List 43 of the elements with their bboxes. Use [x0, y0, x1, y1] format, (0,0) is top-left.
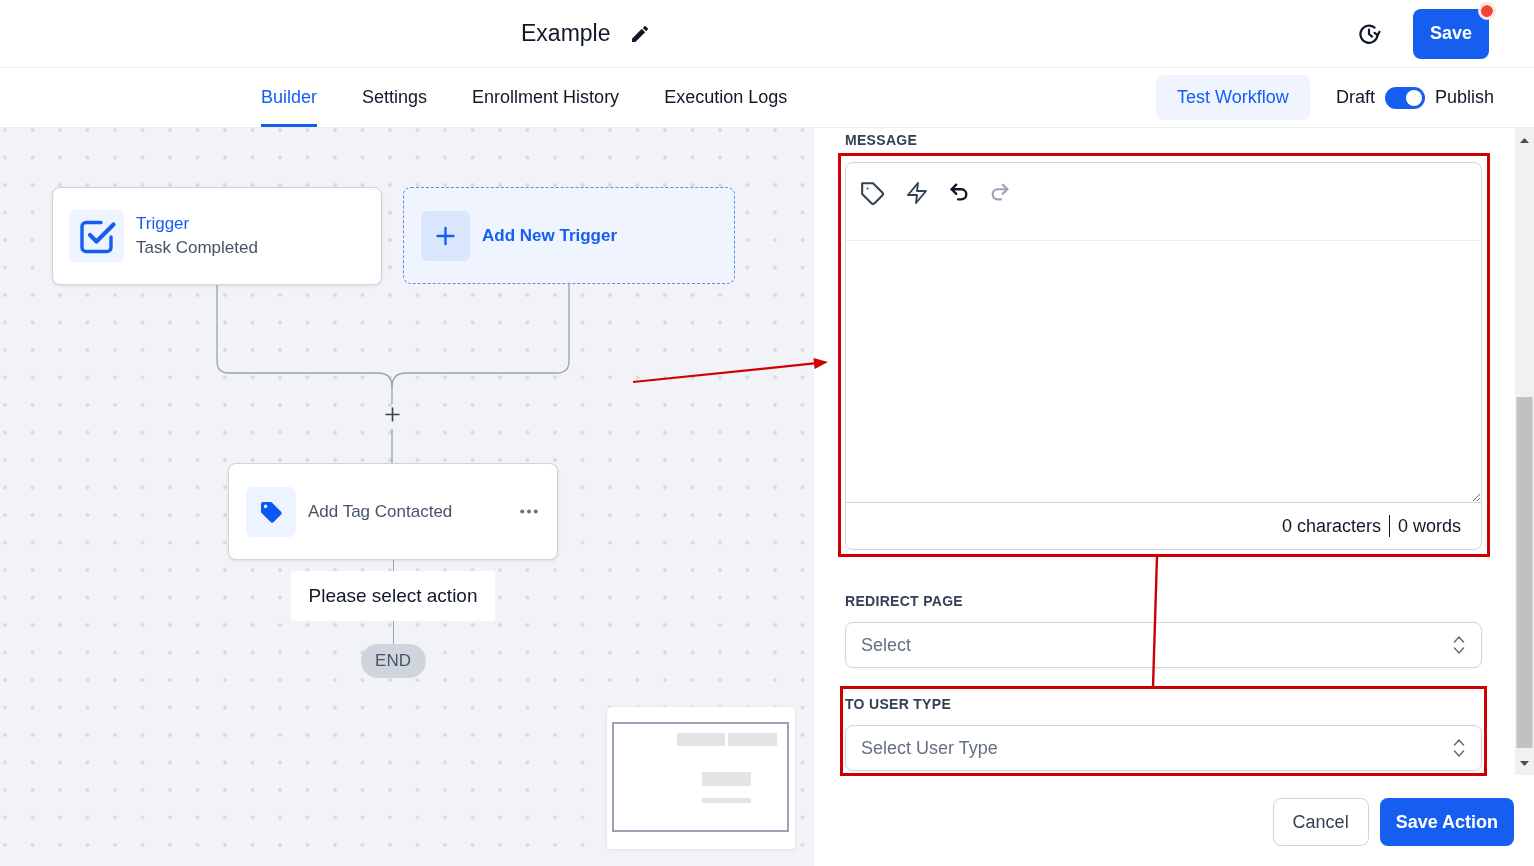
- tab[interactable]: Execution Logs: [664, 68, 788, 127]
- test-workflow-button[interactable]: Test Workflow: [1155, 75, 1310, 120]
- trigger-subtitle: Task Completed: [136, 238, 258, 258]
- add-trigger-button[interactable]: Add New Trigger: [403, 187, 735, 284]
- select-action-prompt[interactable]: Please select action: [291, 571, 495, 621]
- draft-label: Draft: [1335, 87, 1375, 108]
- connector-line: [391, 428, 393, 464]
- character-count: 0 characters: [1281, 515, 1381, 537]
- pencil-icon[interactable]: [632, 25, 649, 42]
- chevron-up-down-icon: [1452, 635, 1466, 655]
- chevron-up-down-icon: [1452, 738, 1466, 758]
- connector-line: [392, 560, 394, 571]
- lightning-icon[interactable]: [905, 181, 929, 205]
- field-label: MESSAGE: [845, 132, 919, 149]
- tag-icon: [246, 486, 296, 537]
- publish-toggle[interactable]: [1384, 86, 1425, 109]
- action-node[interactable]: Add Tag Contacted: [228, 463, 558, 560]
- checkbox-icon: [69, 210, 124, 262]
- message-input[interactable]: [846, 240, 1481, 503]
- tag-icon[interactable]: [860, 181, 886, 207]
- end-marker: END: [360, 644, 426, 678]
- trigger-title: Trigger: [136, 214, 191, 234]
- select-field[interactable]: Select User Type: [845, 725, 1482, 771]
- plus-icon: [421, 210, 470, 261]
- word-count: 0 words: [1397, 515, 1461, 537]
- undo-icon[interactable]: [948, 181, 970, 203]
- publish-label: Publish: [1434, 87, 1494, 108]
- trigger-node[interactable]: Trigger Task Completed: [52, 187, 382, 285]
- cancel-button[interactable]: Cancel: [1272, 798, 1369, 846]
- connector-line: [392, 621, 394, 644]
- message-editor[interactable]: 0 characters 0 words: [845, 162, 1482, 550]
- field-label: REDIRECT PAGE: [845, 593, 964, 610]
- action-label: Add Tag Contacted: [308, 501, 453, 522]
- history-icon[interactable]: [1357, 21, 1381, 46]
- scrollbar[interactable]: [1515, 128, 1534, 775]
- tab[interactable]: Enrollment History: [472, 68, 620, 127]
- tab[interactable]: Settings: [362, 68, 428, 127]
- plus-icon[interactable]: [385, 407, 400, 422]
- field-label: TO USER TYPE: [845, 696, 953, 713]
- workflow-title: Example: [521, 20, 611, 47]
- select-field[interactable]: Select: [845, 622, 1482, 668]
- save-action-button[interactable]: Save Action: [1379, 798, 1514, 846]
- more-icon[interactable]: [520, 509, 538, 514]
